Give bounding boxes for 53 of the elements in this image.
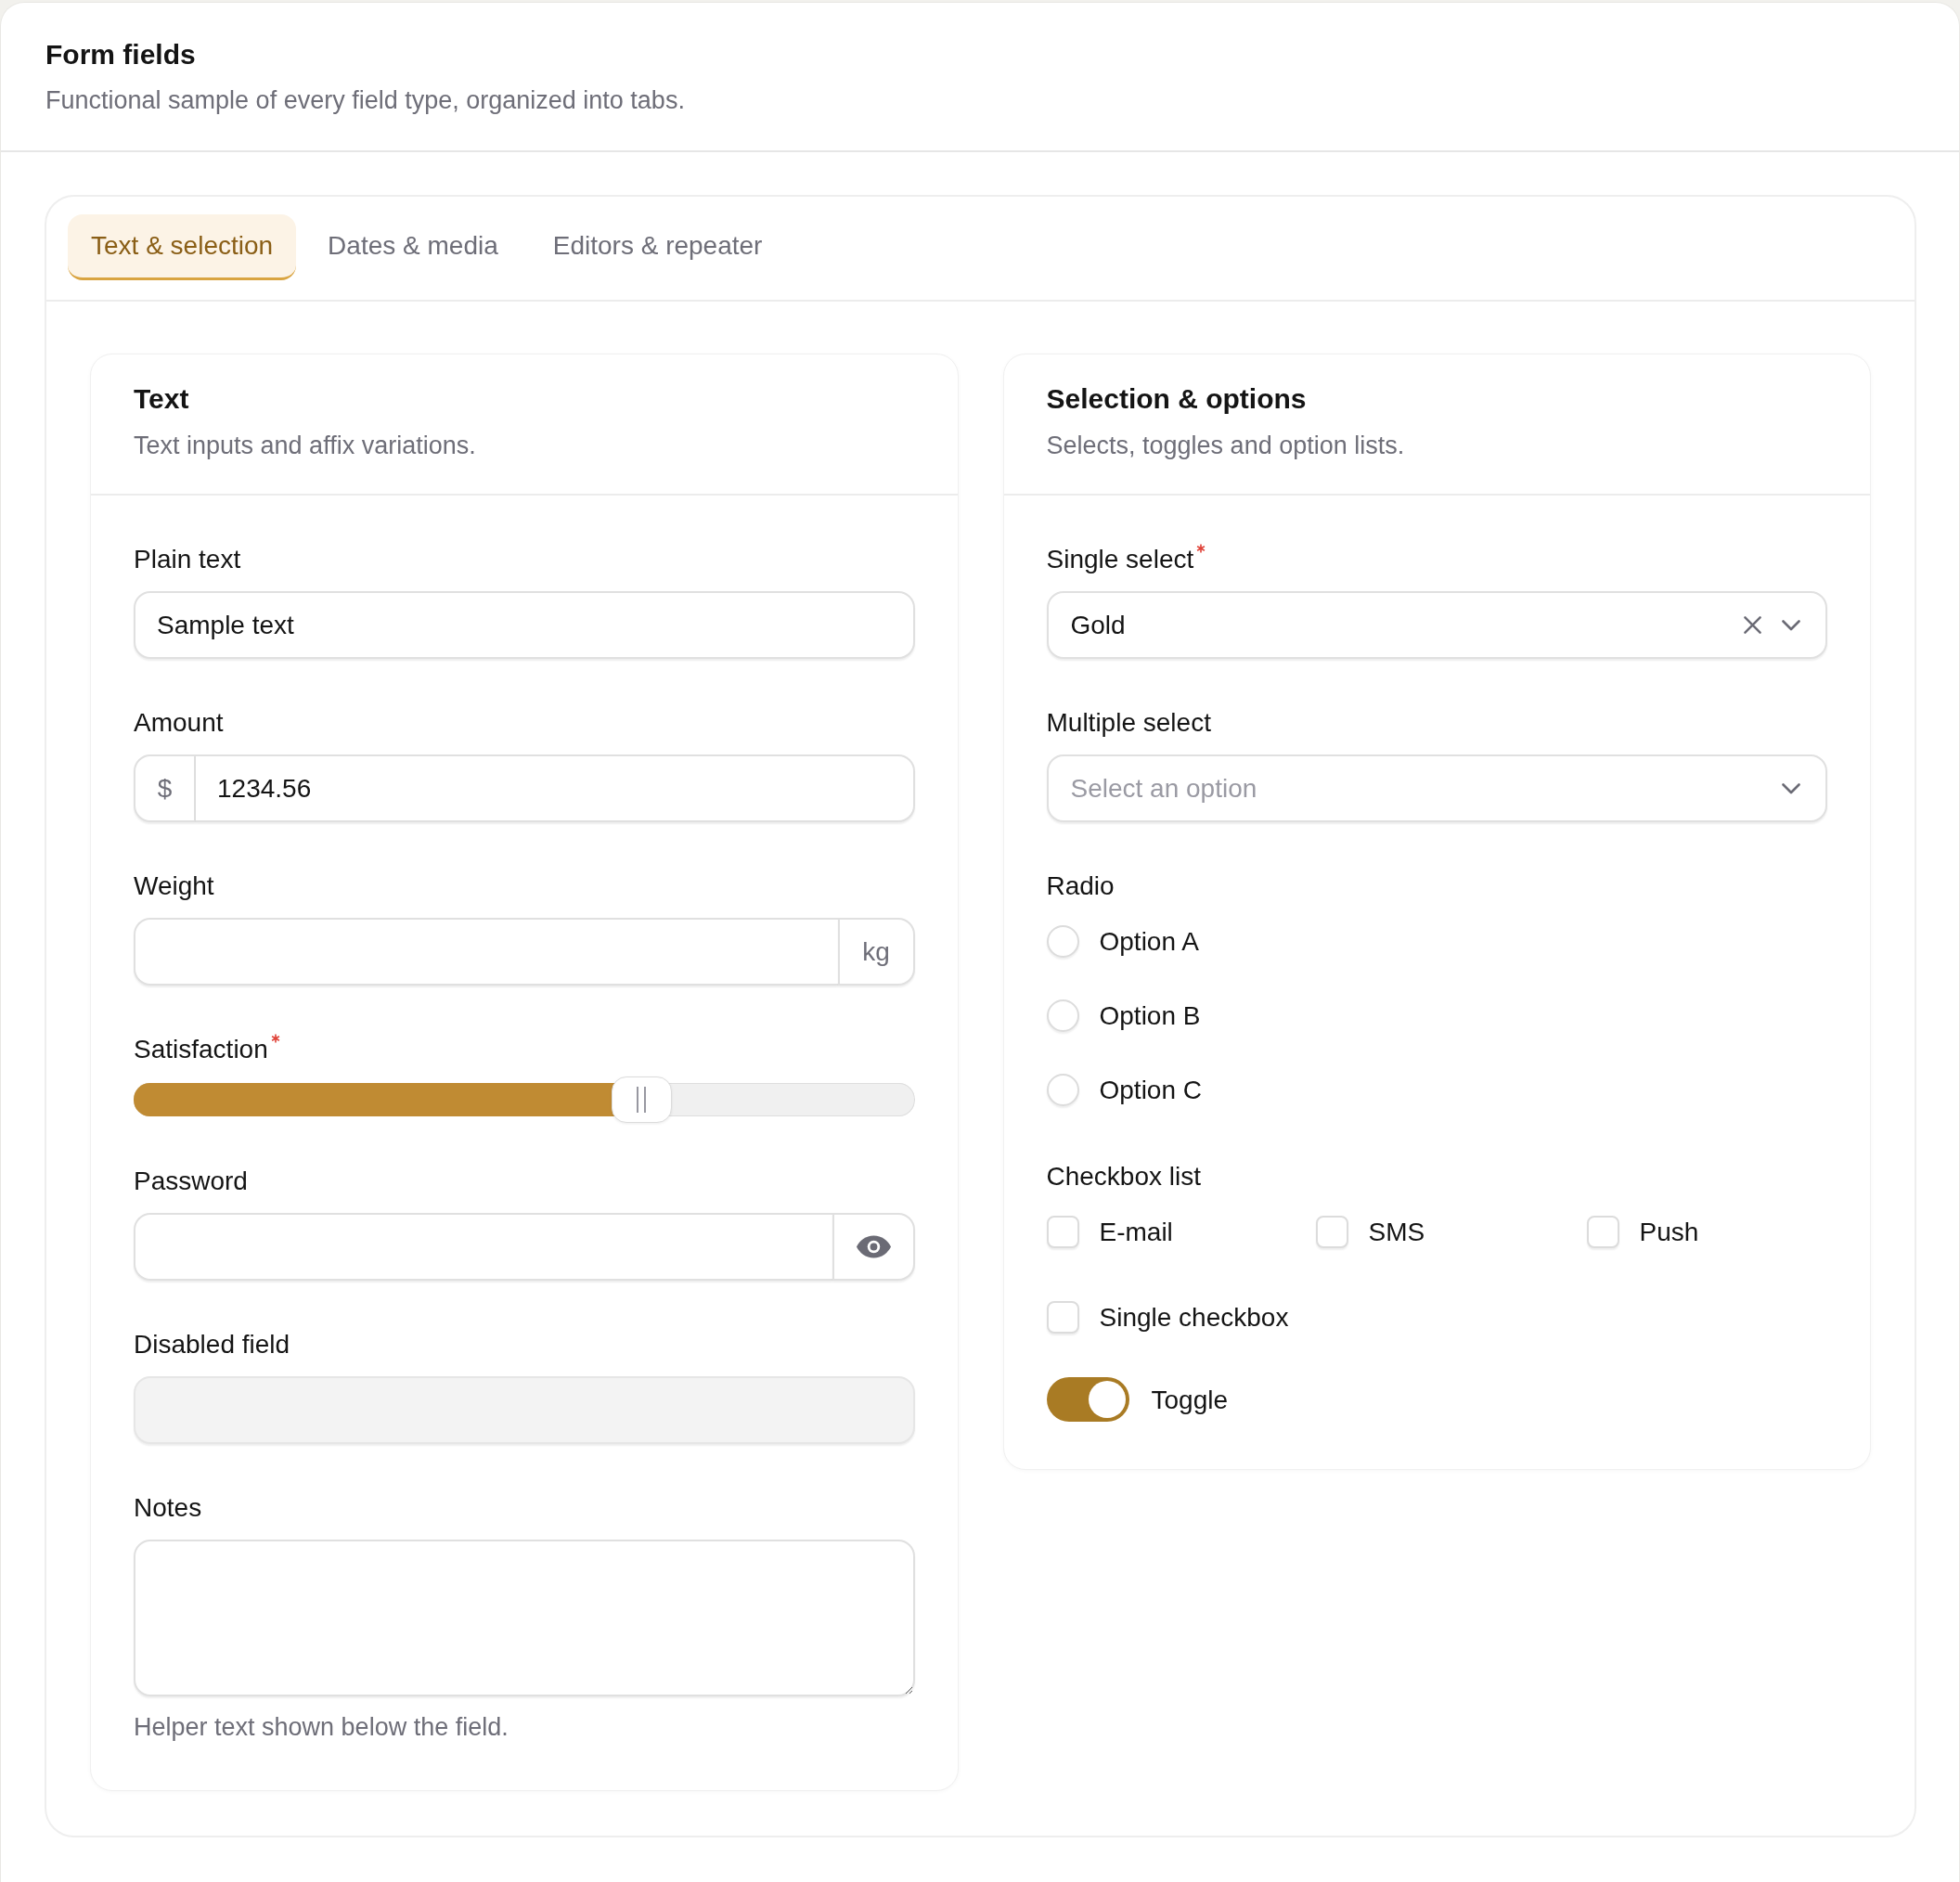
checkbox[interactable]: [1315, 1215, 1348, 1248]
section-title: Text: [134, 382, 190, 416]
password-field[interactable]: [134, 1213, 832, 1281]
chevron-down-icon: [1782, 782, 1800, 794]
chevron-down-icon: [1782, 619, 1800, 631]
section-title: Selection & options: [1046, 382, 1308, 416]
textarea-field[interactable]: [134, 1540, 915, 1696]
slider-thumb[interactable]: [611, 1076, 672, 1123]
option-label: Toggle: [1151, 1384, 1228, 1416]
checkbox[interactable]: [1046, 1215, 1079, 1248]
radio-button[interactable]: [1046, 1073, 1079, 1106]
field-label: Disabled field: [134, 1329, 290, 1360]
checkbox[interactable]: [1046, 1300, 1079, 1334]
field-label: Password: [134, 1166, 248, 1197]
input-field[interactable]: [134, 918, 838, 986]
option-label: Option A: [1099, 925, 1199, 958]
option-label: Single checkbox: [1099, 1301, 1289, 1334]
option-label: Push: [1639, 1216, 1699, 1248]
select-field[interactable]: Gold: [1046, 591, 1827, 659]
input-field[interactable]: 1234.56: [196, 754, 915, 822]
radio-button[interactable]: [1046, 999, 1079, 1032]
field-label: Multiple select: [1046, 707, 1211, 739]
field-label: Amount: [134, 707, 224, 739]
prefix-addon: $: [134, 754, 196, 822]
field-label: Satisfaction: [134, 1034, 268, 1065]
eye-icon: [856, 1235, 891, 1258]
field-label: Radio: [1046, 870, 1115, 902]
helper-text: Helper text shown below the field.: [134, 1712, 509, 1743]
field-label: Weight: [134, 870, 214, 902]
checkbox[interactable]: [1586, 1215, 1619, 1248]
field-label: Checkbox list: [1046, 1161, 1201, 1192]
text-field[interactable]: Sample text: [134, 591, 915, 659]
option-label: Option B: [1099, 999, 1201, 1032]
close-icon[interactable]: [1744, 616, 1761, 634]
section-subtitle: Selects, toggles and option lists.: [1046, 431, 1406, 461]
option-label: SMS: [1368, 1216, 1425, 1248]
section-subtitle: Text inputs and affix variations.: [134, 431, 477, 461]
tab[interactable]: Editors & repeater: [529, 214, 786, 280]
field-label: Plain text: [134, 544, 241, 575]
page-subtitle: Functional sample of every field type, organized into tabs.: [45, 85, 686, 116]
show-password-button[interactable]: [832, 1213, 915, 1281]
tab[interactable]: Dates & media: [304, 214, 522, 280]
page-title: Form fields: [45, 38, 197, 71]
option-label: Option C: [1099, 1074, 1202, 1106]
field-label: Notes: [134, 1492, 202, 1524]
tab[interactable]: Text & selection: [68, 214, 297, 280]
select-field[interactable]: Select an option: [1046, 754, 1827, 822]
toggle-switch[interactable]: [1046, 1377, 1129, 1422]
suffix-addon: kg: [837, 918, 915, 986]
option-label: E-mail: [1099, 1216, 1173, 1248]
radio-button[interactable]: [1046, 924, 1079, 958]
field-label: Single select: [1046, 544, 1194, 575]
grip-icon: [637, 1086, 647, 1113]
